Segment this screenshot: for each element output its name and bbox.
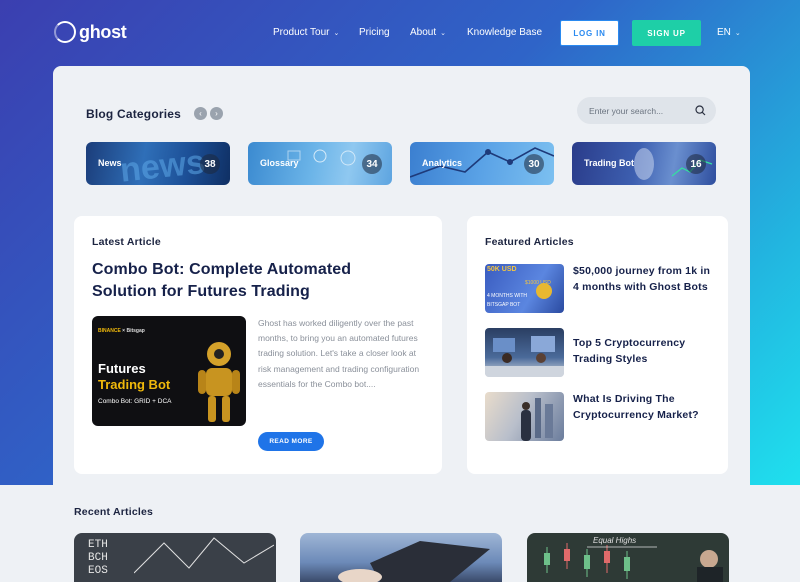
thumb-text: 4 MONTHS WITH bbox=[487, 293, 527, 299]
top-navigation: ghost Product Tour ⌄ Pricing About ⌄ Kno… bbox=[0, 0, 800, 66]
logo-text: ghost bbox=[79, 21, 127, 42]
category-count-badge: 38 bbox=[200, 154, 220, 174]
latest-article-title[interactable]: Combo Bot: Complete Automated Solution f… bbox=[92, 259, 412, 303]
blog-search bbox=[577, 97, 716, 124]
nav-link-label: Product Tour bbox=[273, 27, 330, 38]
category-label: Glossary bbox=[260, 158, 299, 168]
blog-categories-title: Blog Categories bbox=[86, 107, 182, 121]
nav-link-pricing[interactable]: Pricing bbox=[359, 27, 390, 38]
svg-text:news: news bbox=[118, 143, 207, 185]
thumb-text: BITSGAP BOT bbox=[487, 302, 521, 308]
search-icon[interactable] bbox=[695, 105, 706, 116]
nav-link-label: About bbox=[410, 27, 437, 38]
language-label: EN bbox=[717, 27, 731, 38]
category-count-badge: 34 bbox=[362, 154, 382, 174]
image-subtitle: Combo Bot: GRID + DCA bbox=[98, 398, 172, 405]
image-brand-binance: BINANCE bbox=[98, 328, 121, 334]
language-selector[interactable]: EN ⌄ bbox=[717, 27, 741, 38]
featured-thumbnail[interactable]: 50K USD $1000 USD 4 MONTHS WITH BITSGAP … bbox=[485, 264, 564, 313]
featured-article-title[interactable]: $50,000 journey from 1k in 4 months with… bbox=[573, 263, 713, 295]
category-count-badge: 30 bbox=[524, 154, 544, 174]
recent-article-card[interactable]: ETH BCH EOS bbox=[74, 533, 276, 582]
chalk-lines-image bbox=[134, 537, 274, 574]
box-image bbox=[338, 541, 490, 582]
latest-article-excerpt: Ghost has worked diligently over the pas… bbox=[258, 318, 420, 389]
recent-article-card[interactable] bbox=[300, 533, 502, 582]
coin-icon bbox=[536, 283, 552, 299]
robot-icon bbox=[198, 342, 240, 422]
image-brand-partner: × Bitsgap bbox=[122, 328, 145, 334]
thumb-text: 50K USD bbox=[487, 266, 517, 273]
featured-article-title[interactable]: Top 5 Cryptocurrency Trading Styles bbox=[573, 335, 713, 367]
read-more-button[interactable]: READ MORE bbox=[258, 432, 324, 451]
login-button[interactable]: LOG IN bbox=[560, 20, 619, 46]
category-count-badge: 16 bbox=[686, 154, 706, 174]
nav-link-label: Knowledge Base bbox=[467, 27, 543, 38]
category-tile-glossary[interactable]: Glossary 34 bbox=[248, 142, 392, 185]
chalk-text: Equal Highs bbox=[593, 536, 637, 545]
ghost-logo[interactable]: ghost bbox=[54, 21, 127, 43]
signup-button[interactable]: SIGN UP bbox=[632, 20, 701, 46]
nav-link-knowledge-base[interactable]: Knowledge Base bbox=[467, 27, 542, 38]
category-tile-news[interactable]: news News 38 bbox=[86, 142, 230, 185]
search-input[interactable] bbox=[589, 105, 695, 116]
featured-thumbnail[interactable] bbox=[485, 328, 564, 377]
logo-ring-icon bbox=[54, 21, 76, 43]
traders-image bbox=[485, 336, 564, 377]
featured-articles-heading: Featured Articles bbox=[485, 236, 574, 248]
chalk-eth: ETH bbox=[88, 539, 108, 551]
image-brand: BINANCE × Bitsgap bbox=[98, 328, 145, 334]
latest-article-heading: Latest Article bbox=[92, 236, 161, 248]
categories-next-button[interactable]: › bbox=[210, 107, 223, 120]
category-tile-trading-bot[interactable]: Trading Bot 16 bbox=[572, 142, 716, 185]
nav-link-product-tour[interactable]: Product Tour ⌄ bbox=[273, 27, 339, 38]
chalk-bch: BCH bbox=[88, 552, 108, 564]
category-label: Analytics bbox=[422, 158, 463, 168]
featured-thumbnail[interactable] bbox=[485, 392, 564, 441]
image-title-trading-bot: Trading Bot bbox=[98, 377, 171, 392]
category-tile-analytics[interactable]: Analytics 30 bbox=[410, 142, 554, 185]
chevron-right-icon: › bbox=[215, 109, 218, 118]
chevron-down-icon: ⌄ bbox=[734, 29, 741, 37]
chevron-left-icon: ‹ bbox=[199, 109, 202, 118]
categories-prev-button[interactable]: ‹ bbox=[194, 107, 207, 120]
nav-link-label: Pricing bbox=[359, 27, 390, 38]
latest-article-image[interactable]: BINANCE × Bitsgap Futures Trading Bot Co… bbox=[92, 316, 246, 426]
recent-article-card[interactable]: Equal Highs bbox=[527, 533, 729, 582]
chalk-eos: EOS bbox=[88, 565, 108, 577]
chevron-down-icon: ⌄ bbox=[333, 29, 340, 37]
recent-articles-heading: Recent Articles bbox=[74, 506, 154, 518]
category-label: Trading Bot bbox=[584, 158, 634, 168]
chevron-down-icon: ⌄ bbox=[440, 29, 447, 37]
nav-link-about[interactable]: About ⌄ bbox=[410, 27, 446, 38]
category-label: News bbox=[98, 158, 122, 168]
featured-article-title[interactable]: What Is Driving The Cryptocurrency Marke… bbox=[573, 391, 713, 423]
image-title-futures: Futures bbox=[98, 361, 146, 376]
businessman-image bbox=[521, 398, 553, 441]
chalkboard-text: ETH BCH EOS bbox=[88, 539, 108, 578]
